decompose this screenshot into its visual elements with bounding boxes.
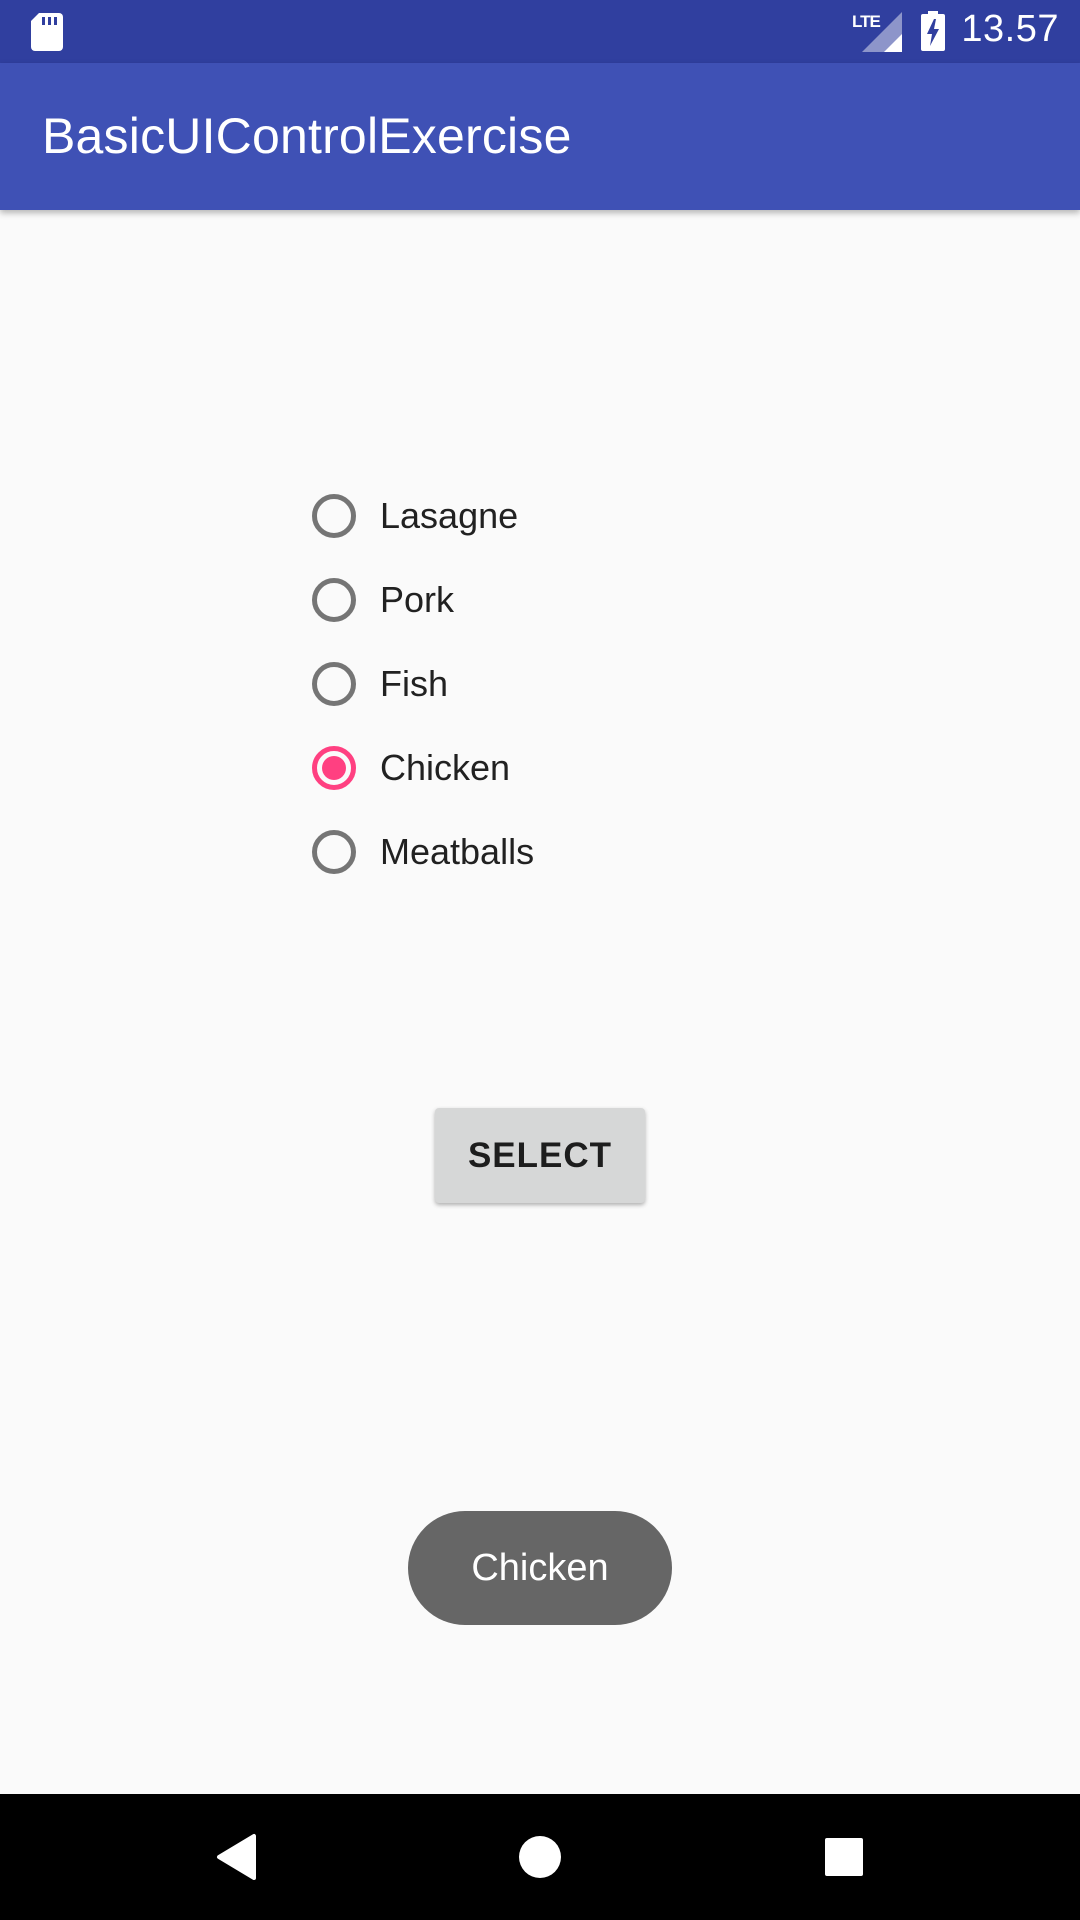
radio-button-unchecked[interactable] — [312, 494, 356, 538]
lte-label: LTE — [852, 12, 881, 31]
radio-option-pork[interactable]: Pork — [310, 558, 710, 642]
radio-option-chicken[interactable]: Chicken — [310, 726, 710, 810]
radio-button-unchecked[interactable] — [312, 830, 356, 874]
radio-label: Fish — [380, 663, 449, 704]
radio-label: Chicken — [380, 747, 511, 788]
radio-label: Lasagne — [380, 495, 519, 536]
recents-button[interactable] — [784, 1794, 904, 1920]
toast-message: Chicken — [408, 1511, 672, 1625]
clock: 13.57 — [961, 8, 1059, 50]
home-icon — [519, 1836, 561, 1878]
screen: LTE 13.57 BasicUIControlExercise Lasagne… — [0, 0, 1080, 1920]
recents-icon — [825, 1838, 863, 1876]
home-button[interactable] — [480, 1794, 600, 1920]
radio-option-meatballs[interactable]: Meatballs — [310, 810, 710, 894]
back-button[interactable] — [176, 1794, 296, 1920]
navigation-bar — [0, 1794, 1080, 1920]
network-indicator: LTE — [852, 12, 902, 52]
radio-button-unchecked[interactable] — [312, 578, 356, 622]
select-button[interactable]: SELECT — [435, 1108, 645, 1203]
radio-label: Pork — [380, 579, 455, 620]
radio-label: Meatballs — [380, 831, 535, 872]
back-icon — [217, 1834, 256, 1880]
radio-option-lasagne[interactable]: Lasagne — [310, 474, 710, 558]
radio-button-unchecked[interactable] — [312, 662, 356, 706]
app-bar: BasicUIControlExercise — [0, 63, 1080, 210]
status-bar: LTE 13.57 — [0, 0, 1080, 63]
toast-text: Chicken — [471, 1546, 609, 1589]
radio-button-checked[interactable] — [312, 746, 356, 790]
app-title: BasicUIControlExercise — [42, 108, 572, 164]
sd-card-icon — [31, 13, 63, 51]
radio-option-fish[interactable]: Fish — [310, 642, 710, 726]
radio-group: Lasagne Pork Fish Chicken Meatballs — [310, 474, 710, 894]
battery-charging-icon — [921, 11, 945, 51]
